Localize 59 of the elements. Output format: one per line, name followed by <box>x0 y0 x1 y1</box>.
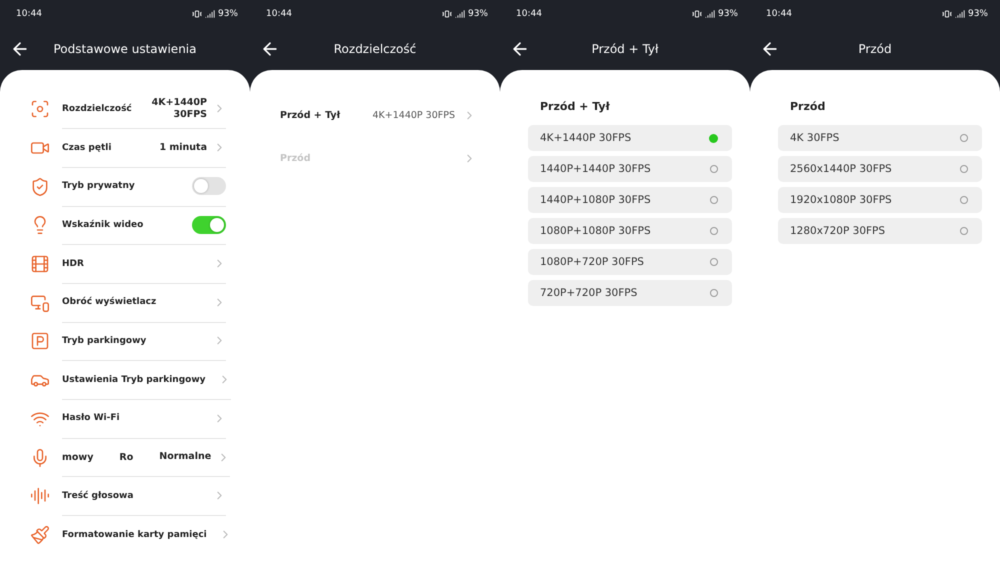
film-icon <box>30 254 50 274</box>
vibrate-icon <box>692 9 702 19</box>
setting-label: Formatowanie karty pamięci <box>62 530 207 540</box>
signal-icon <box>704 9 715 19</box>
section-heading: Przód + Tył <box>540 100 611 113</box>
menu-value: 4K+1440P 30FPS <box>372 110 455 121</box>
setting-label: HDR <box>62 258 84 269</box>
vibrate-icon <box>442 9 452 19</box>
setting-label: Ro <box>119 452 134 463</box>
setting-value: Normalne <box>159 451 212 463</box>
signal-icon <box>454 9 465 19</box>
resolution-option[interactable]: 1440P+1440P 30FPS <box>528 156 732 182</box>
setting-label: Rozdzielczość <box>62 104 132 114</box>
status-time: 10:44 <box>516 9 542 19</box>
setting-label: mowy <box>62 452 94 463</box>
resolution-option[interactable]: 1440P+1080P 30FPS <box>528 187 732 213</box>
vibrate-icon <box>942 9 952 19</box>
parking-icon <box>30 331 50 352</box>
sound-wave-icon <box>30 486 50 506</box>
setting-label: Ustawienia Tryb parkingowy <box>62 374 206 385</box>
status-time: 10:44 <box>16 9 42 19</box>
vibrate-icon <box>192 9 202 19</box>
screen-title: Przód <box>857 42 893 56</box>
screen-rotate-icon <box>30 292 50 313</box>
setting-label: Czas pętli <box>62 142 112 153</box>
setting-value: 1 minuta <box>159 142 207 154</box>
resolution-option[interactable]: 1080P+1080P 30FPS <box>528 218 732 244</box>
setting-label: Hasło Wi-Fi <box>62 413 120 424</box>
resolution-option[interactable]: 1920x1080P 30FPS <box>778 187 982 213</box>
menu-label[interactable]: Przód + Tył <box>280 110 340 121</box>
setting-label: Tryb parkingowy <box>62 336 146 346</box>
resolution-option[interactable]: 720P+720P 30FPS <box>528 280 732 306</box>
status-time: 10:44 <box>766 9 792 19</box>
resolution-option[interactable]: 4K+1440P 30FPS <box>528 125 732 151</box>
resolution-option[interactable]: 2560x1440P 30FPS <box>778 156 982 182</box>
focus-icon <box>30 99 50 120</box>
toggle-switch[interactable] <box>192 216 226 234</box>
setting-label: Tryb prywatny <box>62 181 135 192</box>
battery-level: 93% <box>218 9 238 19</box>
section-heading: Przód <box>790 100 826 113</box>
status-time: 10:44 <box>266 9 292 19</box>
resolution-option[interactable]: 1280x720P 30FPS <box>778 218 982 244</box>
signal-icon <box>204 9 215 19</box>
setting-label: Wskaźnik wideo <box>62 220 144 230</box>
battery-level: 93% <box>968 9 988 19</box>
setting-value: 4K+1440P 30FPS <box>152 96 207 121</box>
battery-level: 93% <box>468 9 488 19</box>
setting-label: Treść głosowa <box>62 490 134 501</box>
shield-icon <box>30 176 50 197</box>
screen-title: Rozdzielczość <box>332 42 418 56</box>
screen-title: Podstawowe ustawienia <box>52 42 198 56</box>
resolution-option[interactable]: 1080P+720P 30FPS <box>528 249 732 275</box>
toggle-switch[interactable] <box>192 177 226 196</box>
brush-icon <box>30 524 50 545</box>
signal-icon <box>954 9 965 19</box>
setting-label: Obróć wyświetlacz <box>62 297 156 308</box>
battery-level: 93% <box>718 9 738 19</box>
resolution-option[interactable]: 4K 30FPS <box>778 125 982 151</box>
screen-title: Przód + Tył <box>590 42 660 56</box>
